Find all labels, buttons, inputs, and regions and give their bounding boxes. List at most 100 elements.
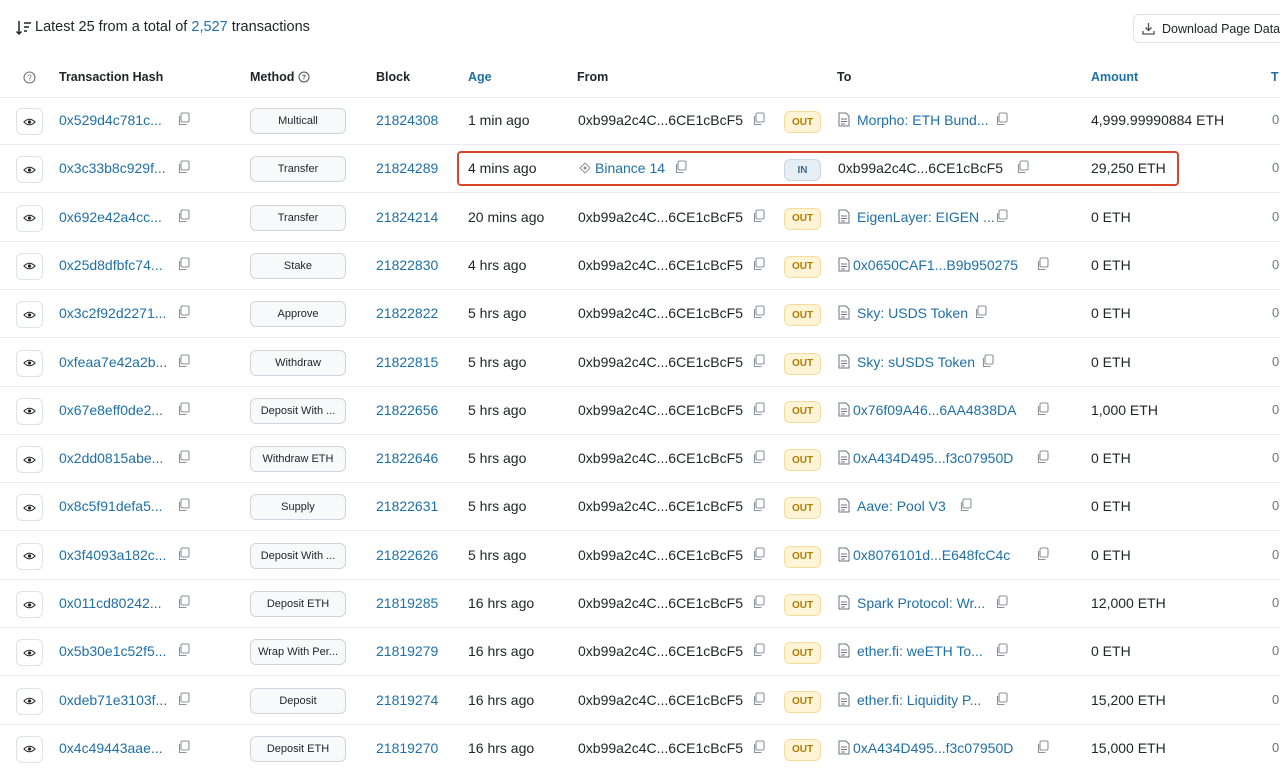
copy-icon[interactable] (995, 209, 1009, 223)
copy-icon[interactable] (974, 305, 988, 319)
to-address[interactable]: 0xA434D495...f3c07950D (853, 740, 1013, 756)
quick-view-button[interactable] (16, 446, 43, 474)
copy-icon[interactable] (1036, 740, 1050, 754)
to-address[interactable]: 0x8076101d...E648fcC4c (853, 547, 1010, 563)
copy-icon[interactable] (981, 353, 995, 368)
copy-icon[interactable] (752, 112, 766, 126)
transaction-hash-link[interactable]: 0x529d4c781c... (59, 112, 162, 128)
block-number-link[interactable]: 21824289 (376, 160, 438, 176)
to-address[interactable]: 0x76f09A46...6AA4838DA (853, 402, 1016, 418)
block-number-link[interactable]: 21819279 (376, 643, 438, 659)
copy-icon[interactable] (674, 160, 688, 174)
column-header-txn-fee[interactable]: T (1271, 70, 1279, 84)
column-header-amount[interactable]: Amount (1091, 70, 1138, 84)
copy-icon[interactable] (1036, 450, 1050, 464)
block-number-link[interactable]: 21822656 (376, 402, 438, 418)
copy-icon[interactable] (1036, 402, 1050, 416)
to-address[interactable]: ether.fi: Liquidity P... (857, 692, 981, 708)
to-address[interactable]: Spark Protocol: Wr... (857, 595, 985, 611)
block-number-link[interactable]: 21824308 (376, 112, 438, 128)
column-header-age[interactable]: Age (468, 70, 492, 84)
copy-icon[interactable] (177, 643, 191, 657)
quick-view-button[interactable] (16, 108, 43, 135)
quick-view-button[interactable] (16, 204, 43, 232)
quick-view-button[interactable] (16, 349, 43, 377)
to-address[interactable]: EigenLayer: EIGEN ... (857, 209, 995, 225)
copy-icon[interactable] (752, 209, 766, 223)
copy-icon[interactable] (995, 112, 1009, 126)
copy-icon[interactable] (752, 740, 766, 754)
block-number-link[interactable]: 21822631 (376, 498, 438, 514)
quick-view-button[interactable] (16, 639, 43, 667)
block-number-link[interactable]: 21822646 (376, 450, 438, 466)
copy-icon[interactable] (177, 595, 191, 609)
copy-icon[interactable] (752, 257, 766, 271)
copy-icon[interactable] (752, 305, 766, 319)
copy-icon[interactable] (177, 547, 191, 561)
block-number-link[interactable]: 21822830 (376, 257, 438, 273)
copy-icon[interactable] (995, 692, 1009, 706)
to-address[interactable]: Sky: sUSDS Token (857, 354, 975, 370)
copy-icon[interactable] (1016, 160, 1030, 174)
to-address[interactable]: Aave: Pool V3 (857, 498, 946, 514)
copy-icon[interactable] (752, 547, 766, 561)
block-number-link[interactable]: 21824214 (376, 209, 438, 225)
sort-descending-icon[interactable] (15, 19, 33, 37)
info-icon[interactable]: ? (298, 71, 310, 83)
copy-icon[interactable] (752, 353, 766, 368)
total-count-link[interactable]: 2,527 (191, 19, 227, 35)
copy-icon[interactable] (752, 595, 766, 609)
block-number-link[interactable]: 21819270 (376, 740, 438, 756)
block-number-link[interactable]: 21819285 (376, 595, 438, 611)
quick-view-button[interactable] (16, 735, 43, 763)
block-number-link[interactable]: 21822815 (376, 354, 438, 370)
quick-view-button[interactable] (16, 687, 43, 715)
transaction-hash-link[interactable]: 0x4c49443aae... (59, 740, 163, 756)
quick-view-button[interactable] (16, 252, 43, 280)
to-address[interactable]: ether.fi: weETH To... (857, 643, 983, 659)
copy-icon[interactable] (752, 450, 766, 464)
transaction-hash-link[interactable]: 0xdeb71e3103f... (59, 692, 167, 708)
copy-icon[interactable] (177, 160, 191, 174)
quick-view-button[interactable] (16, 301, 43, 329)
copy-icon[interactable] (752, 402, 766, 416)
transaction-hash-link[interactable]: 0x011cd80242... (59, 595, 162, 611)
block-number-link[interactable]: 21819274 (376, 692, 438, 708)
block-number-link[interactable]: 21822822 (376, 305, 438, 321)
copy-icon[interactable] (177, 353, 191, 368)
copy-icon[interactable] (752, 692, 766, 706)
copy-icon[interactable] (177, 209, 191, 223)
copy-icon[interactable] (177, 450, 191, 464)
copy-icon[interactable] (959, 498, 973, 512)
quick-view-button[interactable] (16, 494, 43, 522)
copy-icon[interactable] (1036, 257, 1050, 271)
quick-view-button[interactable] (16, 397, 43, 425)
copy-icon[interactable] (1036, 547, 1050, 561)
copy-icon[interactable] (752, 498, 766, 512)
quick-view-button[interactable] (16, 542, 43, 570)
transaction-hash-link[interactable]: 0x67e8eff0de2... (59, 402, 163, 418)
from-address[interactable]: Binance 14 (595, 160, 665, 176)
to-address[interactable]: Sky: USDS Token (857, 305, 968, 321)
copy-icon[interactable] (177, 305, 191, 319)
download-page-data-button[interactable]: Download Page Data (1133, 14, 1280, 43)
copy-icon[interactable] (177, 692, 191, 706)
to-address[interactable]: Morpho: ETH Bund... (857, 112, 989, 128)
copy-icon[interactable] (995, 595, 1009, 609)
transaction-hash-link[interactable]: 0x692e42a4cc... (59, 209, 162, 225)
transaction-hash-link[interactable]: 0xfeaa7e42a2b... (59, 354, 167, 370)
transaction-hash-link[interactable]: 0x5b30e1c52f5... (59, 643, 166, 659)
copy-icon[interactable] (177, 402, 191, 416)
transaction-hash-link[interactable]: 0x8c5f91defa5... (59, 498, 163, 514)
help-circle-icon[interactable]: ? (23, 71, 36, 84)
transaction-hash-link[interactable]: 0x2dd0815abe... (59, 450, 163, 466)
transaction-hash-link[interactable]: 0x3f4093a182c... (59, 547, 166, 563)
transaction-hash-link[interactable]: 0x3c2f92d2271... (59, 305, 166, 321)
quick-view-button[interactable] (16, 591, 43, 618)
quick-view-button[interactable] (16, 156, 43, 184)
copy-icon[interactable] (177, 498, 191, 512)
copy-icon[interactable] (177, 257, 191, 271)
block-number-link[interactable]: 21822626 (376, 547, 438, 563)
transaction-hash-link[interactable]: 0x25d8dfbfc74... (59, 257, 163, 273)
to-address[interactable]: 0x0650CAF1...B9b950275 (853, 257, 1018, 273)
